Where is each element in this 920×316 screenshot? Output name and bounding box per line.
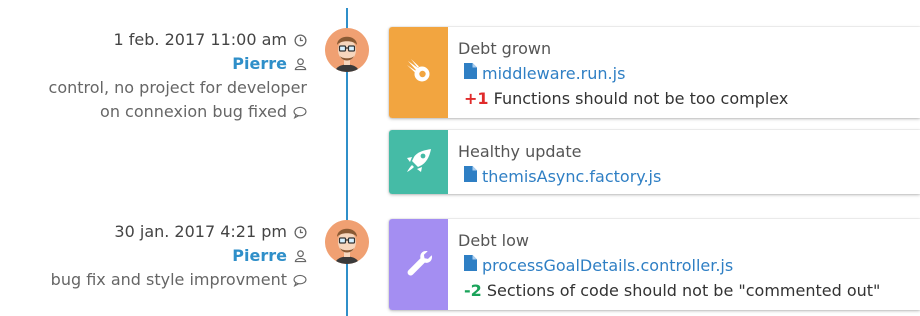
wrench-icon	[404, 248, 434, 282]
issue-delta: -2	[464, 281, 482, 300]
developer-avatar[interactable]	[325, 220, 369, 264]
file-link[interactable]: processGoalDetails.controller.js	[458, 253, 880, 278]
commit-date: 1 feb. 2017 11:00 am	[113, 30, 287, 49]
file-icon	[464, 164, 477, 189]
file-name[interactable]: themisAsync.factory.js	[482, 164, 661, 189]
clock-icon	[293, 225, 307, 239]
file-icon	[464, 61, 477, 86]
activity-card[interactable]: Debt low processGoalDetails.controller.j…	[389, 219, 920, 310]
meteor-icon	[404, 56, 434, 90]
clock-icon	[293, 33, 307, 47]
user-icon	[293, 249, 307, 263]
card-title: Debt low	[458, 231, 529, 250]
commit-author[interactable]: Pierre	[232, 52, 287, 76]
commit-meta: 1 feb. 2017 11:00 am Pierre control, no …	[49, 28, 307, 124]
issue-line: -2 Sections of code should not be "comme…	[458, 278, 880, 303]
commit-message: bug fix and style improvment	[50, 270, 287, 289]
card-icon-panel	[389, 130, 448, 194]
activity-card[interactable]: Debt grown middleware.run.js +1 Function…	[389, 27, 920, 118]
commit-message: control, no project for developer	[48, 78, 307, 97]
card-body: Healthy update themisAsync.factory.js	[448, 130, 661, 194]
comment-icon	[293, 273, 307, 287]
commit-author[interactable]: Pierre	[232, 244, 287, 268]
commit-date: 30 jan. 2017 4:21 pm	[114, 222, 287, 241]
file-link[interactable]: middleware.run.js	[458, 61, 788, 86]
comment-icon	[293, 105, 307, 119]
commit-meta: 30 jan. 2017 4:21 pm Pierre bug fix and …	[51, 220, 307, 292]
card-body: Debt low processGoalDetails.controller.j…	[448, 219, 880, 310]
file-icon	[464, 253, 477, 278]
card-title: Debt grown	[458, 39, 552, 58]
rocket-icon	[404, 145, 434, 179]
activity-card[interactable]: Healthy update themisAsync.factory.js	[389, 130, 920, 194]
file-name[interactable]: middleware.run.js	[482, 61, 625, 86]
user-icon	[293, 57, 307, 71]
issue-text: Sections of code should not be "commente…	[486, 281, 881, 300]
commit-message: on connexion bug fixed	[100, 102, 287, 121]
card-body: Debt grown middleware.run.js +1 Function…	[448, 27, 788, 118]
developer-avatar[interactable]	[325, 28, 369, 72]
card-icon-panel	[389, 219, 448, 310]
card-title: Healthy update	[458, 142, 582, 161]
file-link[interactable]: themisAsync.factory.js	[458, 164, 661, 189]
card-icon-panel	[389, 27, 448, 118]
issue-delta: +1	[464, 89, 489, 108]
file-name[interactable]: processGoalDetails.controller.js	[482, 253, 733, 278]
issue-line: +1 Functions should not be too complex	[458, 86, 788, 111]
issue-text: Functions should not be too complex	[493, 89, 789, 108]
